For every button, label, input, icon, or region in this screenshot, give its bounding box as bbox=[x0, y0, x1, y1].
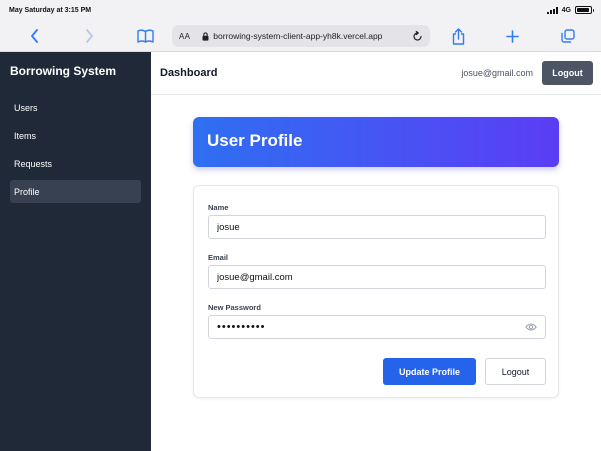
text-size-button[interactable]: AA bbox=[179, 32, 190, 41]
tabs-icon[interactable] bbox=[560, 26, 576, 46]
url-text: borrowing-system-client-app-yh8k.vercel.… bbox=[213, 31, 383, 41]
password-label: New Password bbox=[208, 303, 261, 312]
top-bar: Dashboard josue@gmail.com Logout bbox=[151, 52, 601, 95]
network-label: 4G bbox=[561, 6, 571, 14]
bookmarks-icon[interactable] bbox=[135, 26, 155, 46]
password-value: •••••••••• bbox=[217, 321, 266, 333]
back-icon[interactable] bbox=[27, 26, 41, 46]
status-indicators: 4G bbox=[546, 6, 594, 14]
page-title: Dashboard bbox=[160, 67, 218, 79]
email-label: Email bbox=[208, 253, 229, 262]
email-field[interactable] bbox=[208, 265, 546, 289]
new-tab-icon[interactable] bbox=[504, 26, 520, 46]
name-label: Name bbox=[208, 203, 229, 212]
share-icon[interactable] bbox=[450, 26, 466, 46]
forward-icon[interactable] bbox=[82, 26, 96, 46]
profile-header-banner: User Profile bbox=[193, 117, 559, 167]
sidebar-item-items[interactable]: Items bbox=[10, 124, 141, 147]
header-logout-button[interactable]: Logout bbox=[542, 61, 593, 85]
address-bar[interactable]: AA borrowing-system-client-app-yh8k.verc… bbox=[172, 25, 430, 47]
battery-icon bbox=[575, 6, 594, 14]
profile-title: User Profile bbox=[207, 131, 303, 150]
main-content: User Profile Name Email New Password •••… bbox=[151, 95, 601, 451]
sidebar: Borrowing System Users Items Requests Pr… bbox=[0, 52, 151, 451]
sidebar-nav: Users Items Requests Profile bbox=[10, 96, 141, 208]
update-profile-button[interactable]: Update Profile bbox=[383, 358, 476, 385]
name-field[interactable] bbox=[208, 215, 546, 239]
sidebar-item-requests[interactable]: Requests bbox=[10, 152, 141, 175]
reload-icon[interactable] bbox=[412, 30, 423, 42]
password-field[interactable]: •••••••••• bbox=[208, 315, 546, 339]
brand-title: Borrowing System bbox=[10, 64, 117, 78]
user-email: josue@gmail.com bbox=[461, 68, 533, 78]
signal-icon bbox=[546, 6, 558, 14]
sidebar-item-users[interactable]: Users bbox=[10, 96, 141, 119]
show-password-icon[interactable] bbox=[525, 322, 537, 335]
profile-form: Name Email New Password •••••••••• Updat… bbox=[193, 185, 559, 398]
form-logout-button[interactable]: Logout bbox=[485, 358, 546, 385]
status-time: May Saturday at 3:15 PM bbox=[9, 6, 92, 14]
status-bar: May Saturday at 3:15 PM 4G bbox=[0, 0, 601, 20]
browser-toolbar: AA borrowing-system-client-app-yh8k.verc… bbox=[0, 20, 601, 52]
lock-icon bbox=[202, 31, 209, 41]
sidebar-item-profile[interactable]: Profile bbox=[10, 180, 141, 203]
battery-level bbox=[577, 8, 589, 12]
